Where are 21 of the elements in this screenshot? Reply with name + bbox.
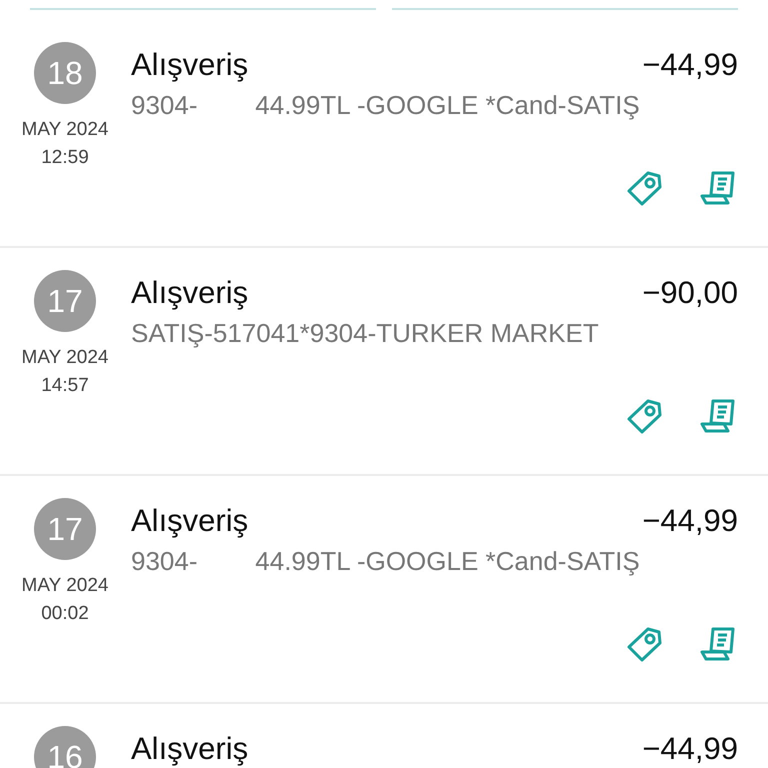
month-year: MAY 2024: [22, 574, 108, 598]
month-year: MAY 2024: [22, 118, 108, 142]
transaction-description: SATIŞ-517041*9304-TURKER MARKET: [131, 317, 600, 350]
transaction-description: 9304- 44.99TL -GOOGLE *Cand-SATIŞ: [131, 89, 641, 122]
amount: −44,99: [642, 730, 738, 768]
amount: −44,99: [642, 46, 738, 84]
amount: −44,99: [642, 502, 738, 540]
date-badge: 16: [34, 726, 96, 768]
month-year: MAY 2024: [22, 346, 108, 370]
transaction-title: Alışveriş: [131, 730, 248, 768]
transaction-title: Alışveriş: [131, 46, 248, 84]
date-badge: 17: [34, 498, 96, 560]
date-badge: 18: [34, 42, 96, 104]
amount: −90,00: [642, 274, 738, 312]
time: 12:59: [41, 146, 89, 170]
date-badge: 17: [34, 270, 96, 332]
time: 14:57: [41, 374, 89, 398]
transaction-title: Alışveriş: [131, 274, 248, 312]
transaction-title: Alışveriş: [131, 502, 248, 540]
time: 00:02: [41, 602, 89, 626]
transaction-description: 9304- 44.99TL -GOOGLE *Cand-SATIŞ: [131, 545, 641, 578]
